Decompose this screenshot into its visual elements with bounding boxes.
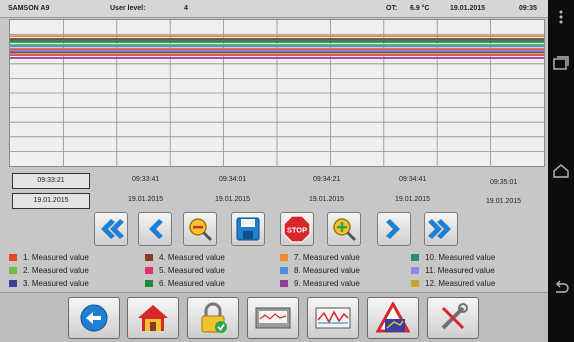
legend-swatch xyxy=(411,279,419,287)
time-tick-1: 09:33:41 xyxy=(132,176,160,183)
legend-item: 1. Measured value xyxy=(9,252,89,262)
outdoor-temp-value: 6.9 °C xyxy=(410,5,430,12)
status-date: 19.01.2015 xyxy=(450,5,486,12)
recent-apps-icon[interactable] xyxy=(548,56,574,70)
warning-icon xyxy=(376,302,410,333)
double-chevron-right-icon xyxy=(428,219,451,239)
home-button[interactable] xyxy=(127,297,179,339)
home-icon xyxy=(138,305,168,331)
legend-item: 9. Measured value xyxy=(280,278,360,288)
legend-swatch xyxy=(145,266,153,274)
legend-label: 4. Measured value xyxy=(159,252,225,262)
date-tick-3: 19.01.2015 xyxy=(309,196,345,203)
legend-item: 11. Measured value xyxy=(411,265,495,275)
legend-swatch xyxy=(280,266,288,274)
double-chevron-left-icon xyxy=(101,219,124,239)
legend-label: 9. Measured value xyxy=(294,278,360,288)
time-tick-5: 09:35:01 xyxy=(490,179,518,186)
legend-swatch xyxy=(411,253,419,261)
chart-legend: 1. Measured value 2. Measured value 3. M… xyxy=(9,252,545,288)
legend-label: 10. Measured value xyxy=(425,252,496,262)
user-level-value: 4 xyxy=(184,5,188,12)
outdoor-temp-label: OT: xyxy=(386,5,398,12)
overflow-menu-icon[interactable] xyxy=(548,10,574,24)
zoom-out-icon xyxy=(189,218,213,242)
legend-item: 6. Measured value xyxy=(145,278,225,288)
legend-item: 2. Measured value xyxy=(9,265,89,275)
legend-swatch xyxy=(9,253,17,261)
trend-chart-plot xyxy=(10,20,544,166)
legend-label: 1. Measured value xyxy=(23,252,89,262)
forward-button[interactable] xyxy=(377,212,411,246)
legend-item: 10. Measured value xyxy=(411,252,495,262)
alarm-button[interactable] xyxy=(367,297,419,339)
status-time: 09:35 xyxy=(519,5,537,12)
legend-label: 8. Measured value xyxy=(294,265,360,275)
date-tick-4: 19.01.2015 xyxy=(395,196,431,203)
legend-label: 11. Measured value xyxy=(425,265,495,275)
legend-swatch xyxy=(9,266,17,274)
date-tick-2: 19.01.2015 xyxy=(215,196,251,203)
android-nav-bar xyxy=(548,0,574,342)
legend-swatch xyxy=(145,253,153,261)
lock-button[interactable] xyxy=(187,297,239,339)
legend-item: 5. Measured value xyxy=(145,265,225,275)
date-tick-1: 19.01.2015 xyxy=(128,196,164,203)
current-time-box[interactable]: 09:33:21 xyxy=(12,173,90,189)
back-soft-key-icon[interactable] xyxy=(548,280,574,294)
legend-item: 3. Measured value xyxy=(9,278,89,288)
time-tick-4: 09:34:41 xyxy=(399,176,427,183)
date-tick-5: 19.01.2015 xyxy=(486,198,522,205)
home-soft-key-icon[interactable] xyxy=(548,164,574,178)
legend-swatch xyxy=(280,253,288,261)
legend-swatch xyxy=(280,279,288,287)
recorder-button[interactable] xyxy=(247,297,299,339)
legend-label: 6. Measured value xyxy=(159,278,225,288)
zoom-in-button[interactable] xyxy=(327,212,361,246)
fast-forward-button[interactable] xyxy=(424,212,458,246)
tools-button[interactable] xyxy=(427,297,479,339)
tools-icon xyxy=(441,303,468,330)
recorder-icon xyxy=(255,307,291,329)
trend-screen: SAMSON A9 User level: 4 OT: 6.9 °C 19.01… xyxy=(0,0,548,342)
user-level-label: User level: xyxy=(110,5,146,12)
device-name: SAMSON A9 xyxy=(8,5,50,12)
legend-swatch xyxy=(9,279,17,287)
stop-icon: STOP xyxy=(283,215,311,243)
fast-back-button[interactable] xyxy=(94,212,128,246)
legend-label: 2. Measured value xyxy=(23,265,89,275)
legend-item: 4. Measured value xyxy=(145,252,225,262)
bottom-toolbar xyxy=(0,292,548,342)
current-date-box[interactable]: 19.01.2015 xyxy=(12,193,90,209)
legend-label: 12. Measured value xyxy=(425,278,496,288)
legend-label: 7. Measured value xyxy=(294,252,360,262)
legend-item: 12. Measured value xyxy=(411,278,495,288)
legend-label: 5. Measured value xyxy=(159,265,225,275)
zoom-out-button[interactable] xyxy=(183,212,217,246)
back-menu-button[interactable] xyxy=(68,297,120,339)
legend-label: 3. Measured value xyxy=(23,278,89,288)
stop-button[interactable]: STOP xyxy=(280,212,314,246)
legend-item: 7. Measured value xyxy=(280,252,360,262)
trend-chart[interactable] xyxy=(9,19,545,167)
status-bar: SAMSON A9 User level: 4 OT: 6.9 °C 19.01… xyxy=(0,0,548,18)
time-tick-3: 09:34:21 xyxy=(313,176,341,183)
trend-button[interactable] xyxy=(307,297,359,339)
legend-swatch xyxy=(145,279,153,287)
back-button[interactable] xyxy=(138,212,172,246)
save-button[interactable] xyxy=(231,212,265,246)
zoom-in-icon xyxy=(333,218,357,242)
stop-label: STOP xyxy=(287,226,307,235)
trend-icon xyxy=(315,307,351,329)
back-arrow-icon xyxy=(80,304,108,332)
legend-item: 8. Measured value xyxy=(280,265,360,275)
time-tick-2: 09:34:01 xyxy=(219,176,247,183)
legend-swatch xyxy=(411,266,419,274)
padlock-icon xyxy=(201,302,227,333)
chevron-right-icon xyxy=(386,219,400,239)
floppy-disk-icon xyxy=(236,217,260,241)
chevron-left-icon xyxy=(149,219,163,239)
